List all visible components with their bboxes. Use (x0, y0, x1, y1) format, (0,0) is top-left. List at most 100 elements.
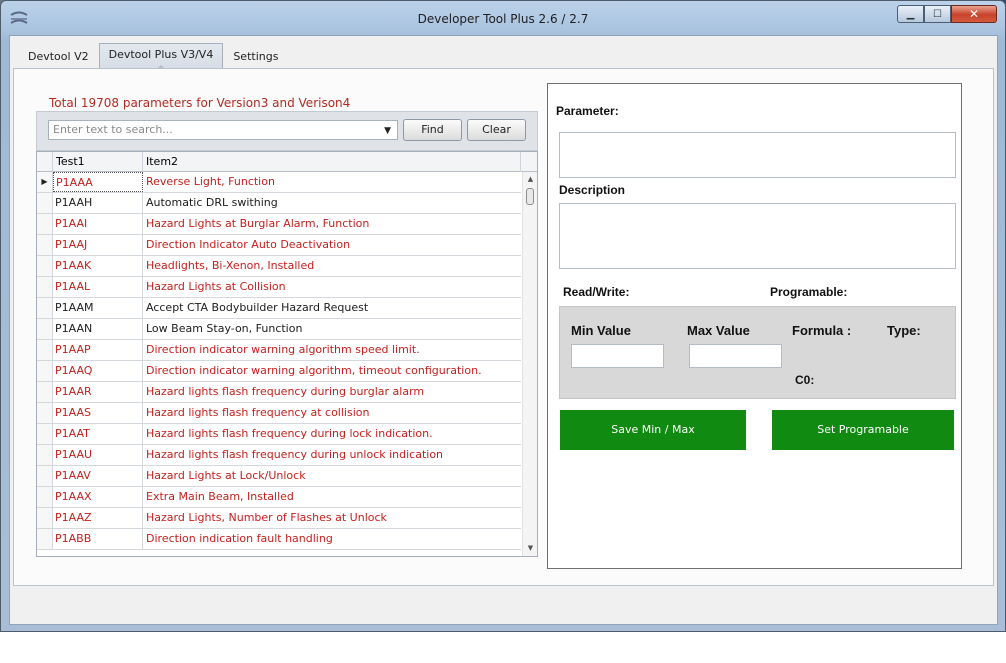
row-header-cell[interactable] (37, 319, 53, 339)
row-header-cell[interactable] (37, 403, 53, 423)
cell-test1[interactable]: P1AAV (53, 466, 143, 486)
table-row[interactable]: P1AAQ Direction indicator warning algorit… (37, 361, 521, 382)
window-controls: ▁ ☐ ✕ (897, 5, 997, 23)
search-input[interactable]: Enter text to search... ▼ (48, 120, 398, 140)
cell-item2[interactable]: Reverse Light, Function (143, 172, 521, 192)
cell-test1[interactable]: P1AAI (53, 214, 143, 234)
table-row[interactable]: P1AAT Hazard lights flash frequency durin… (37, 424, 521, 445)
parameter-field[interactable] (559, 132, 956, 178)
cell-item2[interactable]: Extra Main Beam, Installed (143, 487, 521, 507)
cell-test1[interactable]: P1AAQ (53, 361, 143, 381)
scroll-up-arrow-icon[interactable]: ▲ (523, 172, 537, 187)
table-row[interactable]: P1AAX Extra Main Beam, Installed (37, 487, 521, 508)
table-row[interactable]: P1AAS Hazard lights flash frequency at co… (37, 403, 521, 424)
description-field[interactable] (559, 203, 956, 269)
dropdown-arrow-icon[interactable]: ▼ (384, 122, 391, 140)
cell-test1[interactable]: P1AAL (53, 277, 143, 297)
set-programable-button[interactable]: Set Programable (772, 410, 954, 450)
row-header-cell[interactable] (37, 382, 53, 402)
row-header-cell[interactable] (37, 424, 53, 444)
cell-item2[interactable]: Hazard Lights at Burglar Alarm, Function (143, 214, 521, 234)
tab-devtool-plus-v3-v4[interactable]: Devtool Plus V3/V4 (98, 43, 224, 70)
table-row[interactable]: P1AAN Low Beam Stay-on, Function (37, 319, 521, 340)
cell-item2[interactable]: Direction indicator warning algorithm, t… (143, 361, 521, 381)
cell-test1[interactable]: P1AAZ (53, 508, 143, 528)
row-header-cell[interactable] (37, 277, 53, 297)
cell-test1[interactable]: P1AAA (53, 172, 143, 192)
window-title: Developer Tool Plus 2.6 / 2.7 (417, 12, 589, 26)
row-pointer-icon[interactable]: ▶ (37, 172, 53, 192)
row-header-cell[interactable] (37, 214, 53, 234)
table-row[interactable]: P1AAZ Hazard Lights, Number of Flashes at… (37, 508, 521, 529)
cell-test1[interactable]: P1AAH (53, 193, 143, 213)
cell-item2[interactable]: Accept CTA Bodybuilder Hazard Request (143, 298, 521, 318)
row-header-cell[interactable] (37, 487, 53, 507)
row-header-cell[interactable] (37, 361, 53, 381)
tab-settings[interactable]: Settings (223, 45, 288, 69)
table-row[interactable]: P1AAJ Direction Indicator Auto Deactivati… (37, 235, 521, 256)
table-row[interactable]: P1AAH Automatic DRL swithing (37, 193, 521, 214)
cell-item2[interactable]: Direction indication fault handling (143, 529, 521, 549)
description-label: Description (559, 183, 626, 197)
table-row[interactable]: P1AAR Hazard lights flash frequency durin… (37, 382, 521, 403)
row-header-cell[interactable] (37, 340, 53, 360)
save-min-max-button[interactable]: Save Min / Max (560, 410, 746, 450)
scroll-down-arrow-icon[interactable]: ▼ (523, 541, 537, 556)
row-header-cell[interactable] (37, 298, 53, 318)
cell-test1[interactable]: P1AAN (53, 319, 143, 339)
cell-test1[interactable]: P1AAT (53, 424, 143, 444)
find-button[interactable]: Find (403, 119, 462, 141)
cell-item2[interactable]: Hazard lights flash frequency during bur… (143, 382, 521, 402)
cell-item2[interactable]: Hazard lights flash frequency during unl… (143, 445, 521, 465)
cell-test1[interactable]: P1AAU (53, 445, 143, 465)
cell-test1[interactable]: P1AAK (53, 256, 143, 276)
row-header-cell[interactable] (37, 235, 53, 255)
cell-item2[interactable]: Headlights, Bi-Xenon, Installed (143, 256, 521, 276)
table-row[interactable]: P1AAP Direction indicator warning algorit… (37, 340, 521, 361)
scroll-thumb[interactable] (526, 188, 534, 205)
cell-item2[interactable]: Hazard Lights at Collision (143, 277, 521, 297)
cell-item2[interactable]: Low Beam Stay-on, Function (143, 319, 521, 339)
table-row[interactable]: ▶ P1AAA Reverse Light, Function (37, 172, 521, 193)
close-button[interactable]: ✕ (951, 5, 997, 23)
cell-test1[interactable]: P1AAP (53, 340, 143, 360)
row-header-cell[interactable] (37, 529, 53, 549)
column-header-item2[interactable]: Item2 (143, 152, 521, 172)
row-header-cell[interactable] (37, 508, 53, 528)
row-header-cell[interactable] (37, 466, 53, 486)
client-area: Devtool V2 Devtool Plus V3/V4 Settings T… (9, 35, 998, 625)
tab-devtool-v2[interactable]: Devtool V2 (18, 45, 99, 69)
cell-item2[interactable]: Hazard lights flash frequency during loc… (143, 424, 521, 444)
cell-item2[interactable]: Hazard Lights at Lock/Unlock (143, 466, 521, 486)
cell-test1[interactable]: P1AAS (53, 403, 143, 423)
cell-item2[interactable]: Automatic DRL swithing (143, 193, 521, 213)
cell-test1[interactable]: P1AAX (53, 487, 143, 507)
cell-test1[interactable]: P1AAM (53, 298, 143, 318)
table-row[interactable]: P1AAU Hazard lights flash frequency durin… (37, 445, 521, 466)
cell-test1[interactable]: P1AAJ (53, 235, 143, 255)
grid-scrollbar[interactable]: ▲ ▼ (522, 172, 537, 556)
programable-label: Programable: (770, 285, 848, 299)
row-header-cell[interactable] (37, 256, 53, 276)
table-row[interactable]: P1AAL Hazard Lights at Collision (37, 277, 521, 298)
table-row[interactable]: P1AAM Accept CTA Bodybuilder Hazard Reque… (37, 298, 521, 319)
table-row[interactable]: P1AAK Headlights, Bi-Xenon, Installed (37, 256, 521, 277)
maximize-button[interactable]: ☐ (924, 5, 951, 23)
min-value-input[interactable] (571, 344, 664, 368)
cell-item2[interactable]: Hazard Lights, Number of Flashes at Unlo… (143, 508, 521, 528)
cell-test1[interactable]: P1ABB (53, 529, 143, 549)
table-row[interactable]: P1AAV Hazard Lights at Lock/Unlock (37, 466, 521, 487)
row-header-cell[interactable] (37, 445, 53, 465)
table-row[interactable]: P1AAI Hazard Lights at Burglar Alarm, Fun… (37, 214, 521, 235)
cell-test1[interactable]: P1AAR (53, 382, 143, 402)
row-header-cell[interactable] (37, 193, 53, 213)
column-header-test1[interactable]: Test1 (53, 152, 143, 172)
minimize-button[interactable]: ▁ (897, 5, 924, 23)
max-value-input[interactable] (689, 344, 782, 368)
cell-item2[interactable]: Direction Indicator Auto Deactivation (143, 235, 521, 255)
cell-item2[interactable]: Hazard lights flash frequency at collisi… (143, 403, 521, 423)
clear-button[interactable]: Clear (467, 119, 526, 141)
table-row[interactable]: P1ABB Direction indication fault handling (37, 529, 521, 550)
cell-item2[interactable]: Direction indicator warning algorithm sp… (143, 340, 521, 360)
value-settings-box: Min Value Max Value Formula : Type: C0: (559, 306, 956, 399)
